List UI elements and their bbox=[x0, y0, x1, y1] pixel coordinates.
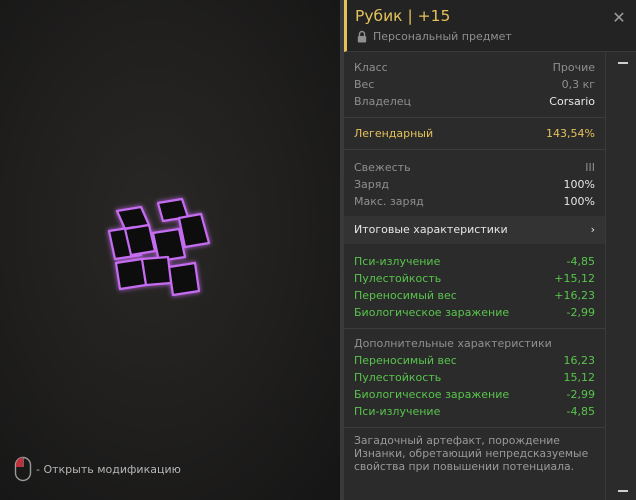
stat-value: -4,85 bbox=[566, 405, 595, 418]
condition-row-freshness: Свежесть III bbox=[354, 159, 595, 176]
stat-label: Пси-излучение bbox=[354, 405, 441, 418]
freshness-label: Свежесть bbox=[354, 161, 411, 174]
scroll-bottom-marker[interactable] bbox=[618, 490, 628, 492]
lock-icon bbox=[357, 30, 367, 43]
summary-stats-title: Итоговые характеристики bbox=[354, 223, 508, 236]
class-label: Класс bbox=[354, 61, 388, 74]
summary-stat-row: Пулестойкость +15,12 bbox=[354, 270, 595, 287]
item-title: Рубик | +15 bbox=[355, 7, 451, 25]
class-value: Прочие bbox=[552, 61, 595, 74]
stat-value: +16,23 bbox=[554, 289, 595, 302]
summary-stats-toggle[interactable]: Итоговые характеристики › bbox=[344, 216, 605, 244]
stat-label: Биологическое заражение bbox=[354, 306, 510, 319]
item-preview-panel: - Открыть модификацию bbox=[0, 0, 340, 500]
additional-stat-row: Пулестойкость 15,12 bbox=[354, 369, 595, 386]
freshness-value: III bbox=[585, 161, 595, 174]
scroll-top-marker[interactable] bbox=[618, 62, 628, 64]
chevron-right-icon: › bbox=[590, 223, 595, 236]
max-charge-label: Макс. заряд bbox=[354, 195, 424, 208]
charge-label: Заряд bbox=[354, 178, 389, 191]
max-charge-value: 100% bbox=[563, 195, 595, 208]
owner-label: Владелец bbox=[354, 95, 411, 108]
personal-item-label: Персональный предмет bbox=[373, 30, 512, 43]
stat-label: Пулестойкость bbox=[354, 371, 442, 384]
info-row-weight: Вес 0,3 кг bbox=[354, 76, 595, 93]
stat-label: Пулестойкость bbox=[354, 272, 442, 285]
stat-label: Переносимый вес bbox=[354, 289, 457, 302]
item-header: Рубик | +15 ✕ Персональный предмет bbox=[344, 0, 636, 52]
rubik-artifact-image bbox=[107, 197, 211, 297]
additional-stats-title-row: Дополнительные характеристики bbox=[354, 335, 595, 352]
open-modification-hint: - Открыть модификацию bbox=[14, 456, 181, 482]
mouse-icon bbox=[14, 456, 32, 482]
stat-label: Биологическое заражение bbox=[354, 388, 510, 401]
item-details-panel: Рубик | +15 ✕ Персональный предмет Класс… bbox=[344, 0, 636, 500]
close-button[interactable]: ✕ bbox=[610, 9, 628, 27]
rarity-value: 143,54% bbox=[546, 127, 595, 140]
close-icon[interactable]: ✕ bbox=[612, 8, 625, 27]
scrollbar[interactable] bbox=[606, 52, 636, 500]
summary-stat-row: Пси-излучение -4,85 bbox=[354, 253, 595, 270]
base-info-section: Класс Прочие Вес 0,3 кг Владелец Corsari… bbox=[344, 52, 605, 117]
condition-section: Свежесть III Заряд 100% Макс. заряд 100% bbox=[344, 149, 605, 216]
weight-label: Вес bbox=[354, 78, 375, 91]
stat-label: Пси-излучение bbox=[354, 255, 441, 268]
info-row-owner: Владелец Corsario bbox=[354, 93, 595, 110]
info-row-class: Класс Прочие bbox=[354, 59, 595, 76]
rarity-row: Легендарный 143,54% bbox=[354, 125, 595, 142]
stats-list: Класс Прочие Вес 0,3 кг Владелец Corsari… bbox=[344, 52, 606, 500]
summary-stat-row: Биологическое заражение -2,99 bbox=[354, 304, 595, 321]
hint-text: - Открыть модификацию bbox=[36, 462, 181, 476]
item-description: Загадочный артефакт, порождение Изнанки,… bbox=[344, 427, 605, 479]
additional-stats-section: Дополнительные характеристики Переносимы… bbox=[344, 328, 605, 427]
additional-stat-row: Пси-излучение -4,85 bbox=[354, 403, 595, 420]
rarity-section: Легендарный 143,54% bbox=[344, 117, 605, 149]
stat-value: 15,12 bbox=[563, 371, 596, 384]
personal-item-row: Персональный предмет bbox=[357, 30, 512, 43]
stat-value: -2,99 bbox=[566, 388, 595, 401]
weight-value: 0,3 кг bbox=[561, 78, 595, 91]
summary-stats-section: Пси-излучение -4,85 Пулестойкость +15,12… bbox=[344, 244, 605, 328]
additional-stat-row: Биологическое заражение -2,99 bbox=[354, 386, 595, 403]
stat-value: -2,99 bbox=[566, 306, 595, 319]
stat-label: Переносимый вес bbox=[354, 354, 457, 367]
additional-stat-row: Переносимый вес 16,23 bbox=[354, 352, 595, 369]
condition-row-charge: Заряд 100% bbox=[354, 176, 595, 193]
stat-value: -4,85 bbox=[566, 255, 595, 268]
additional-stats-title: Дополнительные характеристики bbox=[354, 337, 552, 350]
stat-value: +15,12 bbox=[554, 272, 595, 285]
summary-stat-row: Переносимый вес +16,23 bbox=[354, 287, 595, 304]
charge-value: 100% bbox=[563, 178, 595, 191]
rarity-label: Легендарный bbox=[354, 127, 434, 140]
stat-value: 16,23 bbox=[563, 354, 596, 367]
owner-value: Corsario bbox=[549, 95, 595, 108]
condition-row-max-charge: Макс. заряд 100% bbox=[354, 193, 595, 210]
